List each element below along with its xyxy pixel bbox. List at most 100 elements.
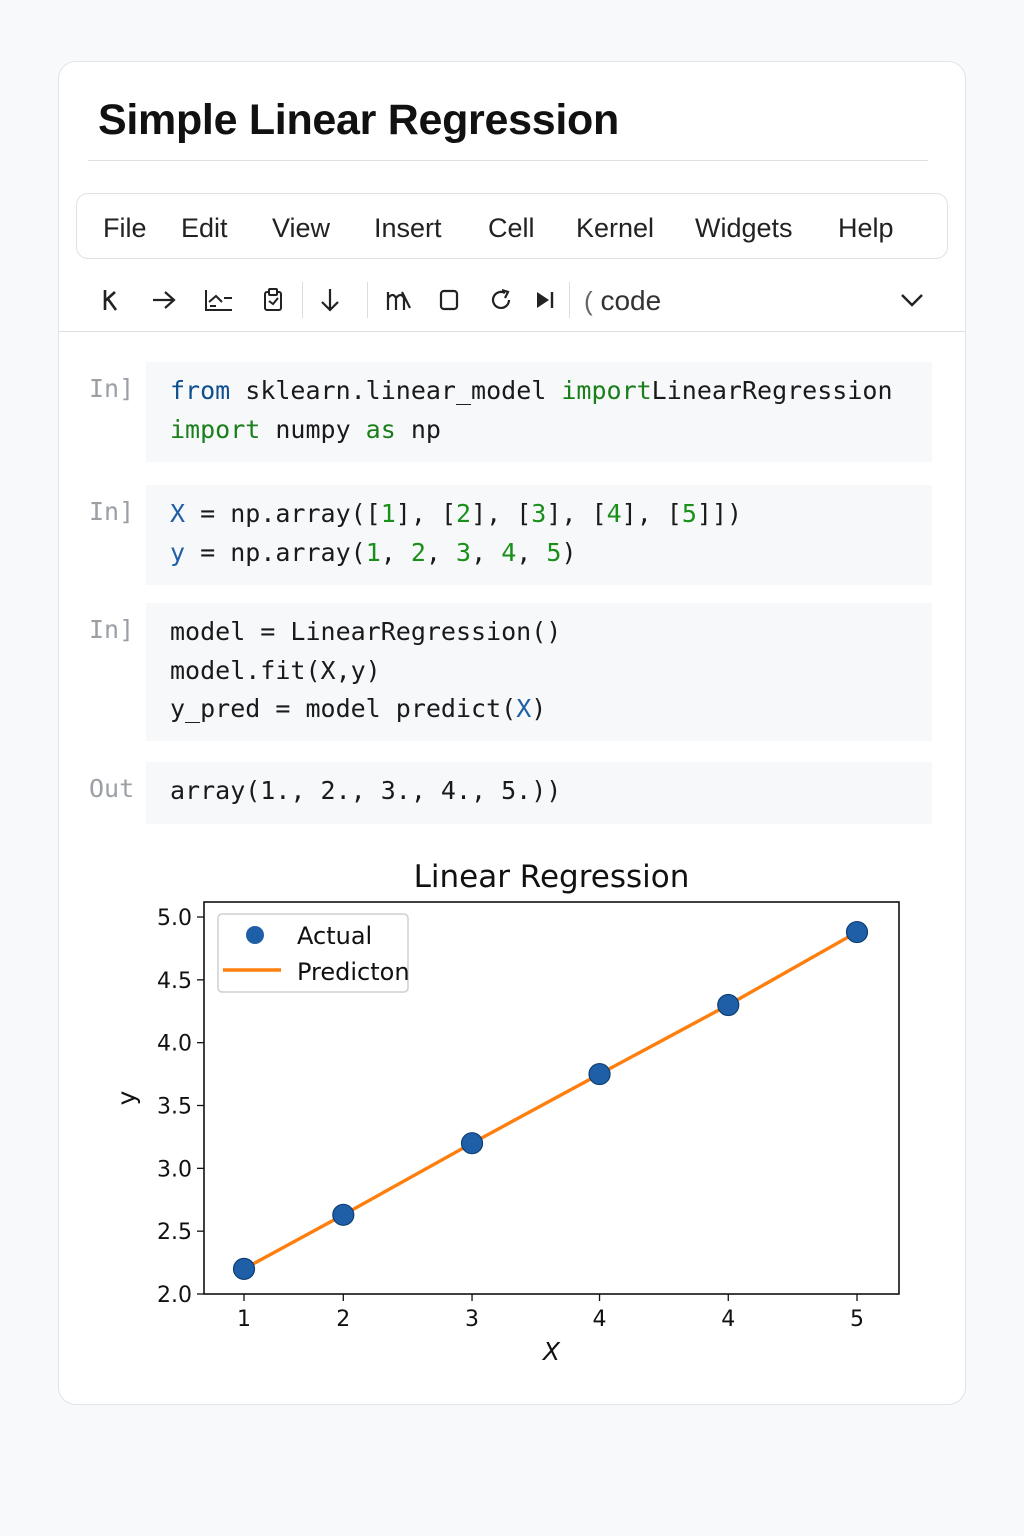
code-token: = np.array([	[185, 499, 381, 528]
chart-svg: Linear Regression 2.0 2.5 3.0 3.5 4.0 4.5 5.0 1 2…	[112, 859, 900, 1366]
menu-help[interactable]: Help	[838, 213, 894, 243]
code-token: ,	[471, 537, 502, 567]
code-token: 2	[456, 499, 472, 528]
code-token: 4	[501, 537, 517, 567]
y-axis-label: y	[112, 1090, 141, 1105]
code-token: X	[516, 694, 532, 723]
arrow-right-icon[interactable]	[149, 284, 179, 316]
toolbar-divider	[302, 282, 303, 318]
actual-point	[332, 1203, 355, 1226]
menu-view[interactable]: View	[272, 213, 330, 243]
code-token: = np.array(	[185, 537, 366, 567]
code-editor[interactable]: X = np.array([1], [2], [3], [4], [5]]) y …	[146, 485, 932, 585]
code-token: np	[395, 414, 441, 444]
menu-insert[interactable]: Insert	[374, 213, 442, 243]
toolbar: ( code	[59, 272, 965, 330]
menu-kernel[interactable]: Kernel	[576, 213, 654, 243]
y-tick-label: 2.0	[157, 1283, 192, 1308]
code-token: 3	[531, 499, 547, 528]
code-token: ]])	[696, 499, 743, 528]
cell-prompt: In]	[89, 374, 135, 403]
legend-label-prediction: Predicton	[297, 958, 410, 986]
code-line: model = LinearRegression()	[170, 613, 932, 652]
title-divider	[88, 160, 928, 161]
y-tick-label: 3.0	[157, 1157, 192, 1182]
code-token: sklearn.linear_model	[230, 376, 562, 405]
cell-type-value: code	[600, 285, 662, 316]
menu-file[interactable]: File	[103, 213, 147, 243]
code-token: ,	[516, 537, 547, 567]
code-token: ], [	[621, 499, 682, 528]
actual-point	[717, 993, 740, 1017]
output-line: array(1., 2., 3., 4., 5.))	[170, 772, 932, 811]
code-token: numpy	[260, 414, 366, 444]
x-tick-label: 2	[336, 1307, 350, 1332]
x-axis-label: X	[541, 1337, 561, 1366]
toolbar-divider-line	[59, 331, 965, 332]
legend-label-actual: Actual	[297, 922, 372, 950]
code-editor[interactable]: model = LinearRegression() model.fit(X,y)…	[146, 603, 932, 741]
menu-cell[interactable]: Cell	[488, 213, 535, 243]
save-icon[interactable]	[99, 284, 123, 316]
run-icon[interactable]	[384, 284, 414, 316]
toolbar-divider	[367, 282, 368, 318]
menu-edit[interactable]: Edit	[181, 213, 228, 243]
notebook-panel: Simple Linear Regression File Edit View …	[58, 61, 966, 1405]
code-token: 2	[410, 537, 426, 567]
code-line: import numpy as np	[170, 411, 932, 450]
code-token: ,	[425, 537, 457, 567]
page-title: Simple Linear Regression	[98, 96, 619, 144]
code-token: from	[170, 376, 231, 405]
x-tick-label: 3	[465, 1307, 479, 1332]
code-line: model.fit(X,y)	[170, 652, 932, 691]
code-token: import	[170, 414, 261, 444]
code-token: model = LinearRegression()	[170, 617, 562, 646]
cell-type-select[interactable]: ( code	[584, 284, 661, 318]
run-all-icon[interactable]	[533, 284, 557, 316]
menu-widgets[interactable]: Widgets	[695, 213, 793, 243]
code-line: y_pred = model predict(X)	[170, 690, 932, 729]
restart-icon[interactable]	[487, 284, 515, 316]
y-tick-label: 2.5	[157, 1220, 192, 1245]
code-token: )	[531, 694, 547, 723]
cell-prompt: In]	[89, 615, 135, 644]
y-tick-label: 4.0	[157, 1032, 192, 1057]
menu-bar: File Edit View Insert Cell Kernel Widget…	[76, 193, 948, 259]
code-token: ], [	[395, 499, 457, 528]
y-tick-label: 3.5	[157, 1095, 192, 1120]
stop-icon[interactable]	[437, 284, 461, 316]
code-line: from sklearn.linear_model importLinearRe…	[170, 372, 932, 411]
code-token: y_pred = model predict(	[170, 694, 517, 723]
chart-title: Linear Regression	[414, 859, 690, 895]
actual-point	[588, 1062, 611, 1086]
actual-point	[845, 920, 869, 944]
code-token: ,	[380, 537, 411, 567]
toolbar-divider	[569, 282, 570, 318]
code-token: as	[365, 414, 396, 444]
cut-icon[interactable]	[201, 284, 235, 316]
cell-prompt: In]	[89, 497, 135, 526]
code-token: LinearRegression	[651, 376, 893, 405]
code-token: array(1., 2., 3., 4., 5.))	[170, 776, 562, 805]
code-token: 5	[546, 537, 562, 567]
chevron-down-icon[interactable]	[897, 284, 927, 316]
legend-marker-actual	[246, 926, 264, 944]
code-token: 5	[681, 499, 697, 528]
code-token: X	[170, 499, 186, 528]
code-editor[interactable]: from sklearn.linear_model importLinearRe…	[146, 362, 932, 462]
code-token: y	[170, 537, 186, 567]
code-token: ], [	[546, 499, 607, 528]
code-line: X = np.array([1], [2], [3], [4], [5]])	[170, 495, 932, 534]
code-token: ], [	[471, 499, 532, 528]
code-token: import	[561, 376, 652, 405]
paste-icon[interactable]	[259, 284, 287, 316]
y-tick-label: 5.0	[157, 906, 192, 931]
x-tick-label: 5	[850, 1307, 864, 1332]
code-line: y = np.array(1, 2, 3, 4, 5)	[170, 534, 932, 573]
y-tick-label: 4.5	[157, 969, 192, 994]
output-text: array(1., 2., 3., 4., 5.))	[146, 762, 932, 824]
code-token: 1	[365, 537, 381, 567]
move-down-icon[interactable]	[316, 284, 344, 316]
code-token: model.fit(X,y)	[170, 655, 381, 685]
code-token: 1	[380, 499, 396, 528]
